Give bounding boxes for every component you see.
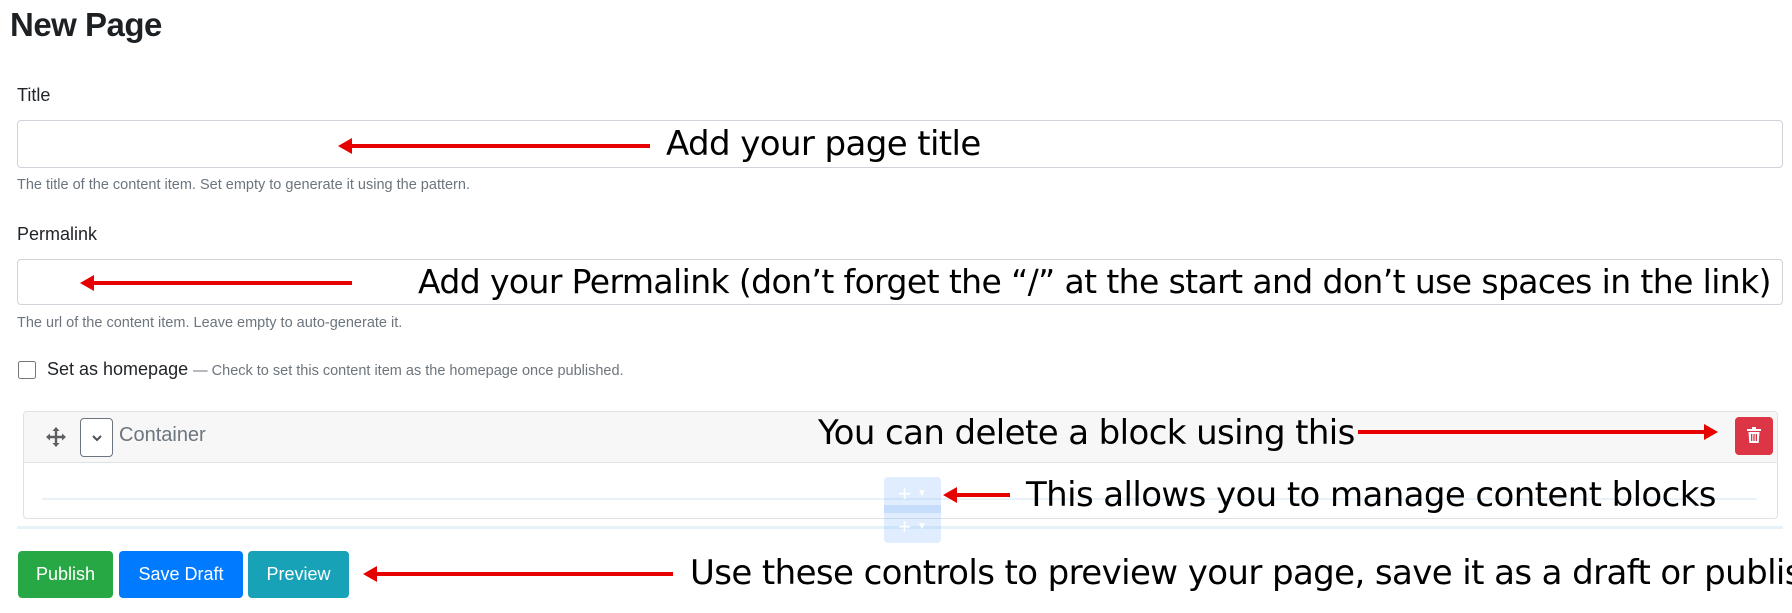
- set-homepage-label[interactable]: Set as homepage — Check to set this cont…: [47, 359, 624, 380]
- plus-icon: +: [898, 480, 911, 506]
- permalink-label: Permalink: [17, 224, 98, 244]
- permalink-annotation-arrow: [80, 275, 352, 291]
- title-annotation: Add your page title: [666, 124, 981, 164]
- trash-icon: [1747, 426, 1761, 446]
- chevron-down-icon: [91, 430, 103, 445]
- controls-annotation-arrow: [363, 566, 673, 582]
- manage-annotation-arrow: [943, 487, 1010, 503]
- delete-annotation: You can delete a block using this: [818, 413, 1355, 453]
- block-type-label: Container: [119, 424, 206, 446]
- set-homepage-label-text: Set as homepage: [47, 359, 189, 379]
- add-block-widget: + ▼ + ▼: [884, 477, 941, 543]
- save-draft-button[interactable]: Save Draft: [119, 551, 243, 598]
- delete-block-button[interactable]: [1735, 417, 1773, 455]
- arrows-move-icon[interactable]: [45, 426, 67, 448]
- caret-down-icon: ▼: [916, 521, 927, 532]
- preview-button[interactable]: Preview: [248, 551, 349, 598]
- title-label: Title: [17, 85, 51, 105]
- title-annotation-arrow: [338, 138, 650, 154]
- delete-annotation-arrow: [1358, 424, 1718, 440]
- manage-annotation: This allows you to manage content blocks: [1026, 475, 1717, 515]
- plus-icon: +: [898, 513, 911, 539]
- publish-button[interactable]: Publish: [18, 551, 113, 598]
- set-homepage-help-text: — Check to set this content item as the …: [193, 363, 624, 379]
- permalink-annotation: Add your Permalink (don’t forget the “/”…: [418, 262, 1772, 301]
- caret-down-icon: ▼: [916, 488, 927, 499]
- page-title: New Page: [10, 6, 162, 43]
- controls-annotation: Use these controls to preview your page,…: [690, 553, 1792, 593]
- title-help-text: The title of the content item. Set empty…: [17, 177, 470, 193]
- permalink-help-text: The url of the content item. Leave empty…: [17, 315, 403, 331]
- add-block-after-button[interactable]: + ▼: [884, 510, 941, 543]
- set-homepage-checkbox[interactable]: [18, 361, 36, 379]
- block-toggle-button[interactable]: [80, 418, 113, 457]
